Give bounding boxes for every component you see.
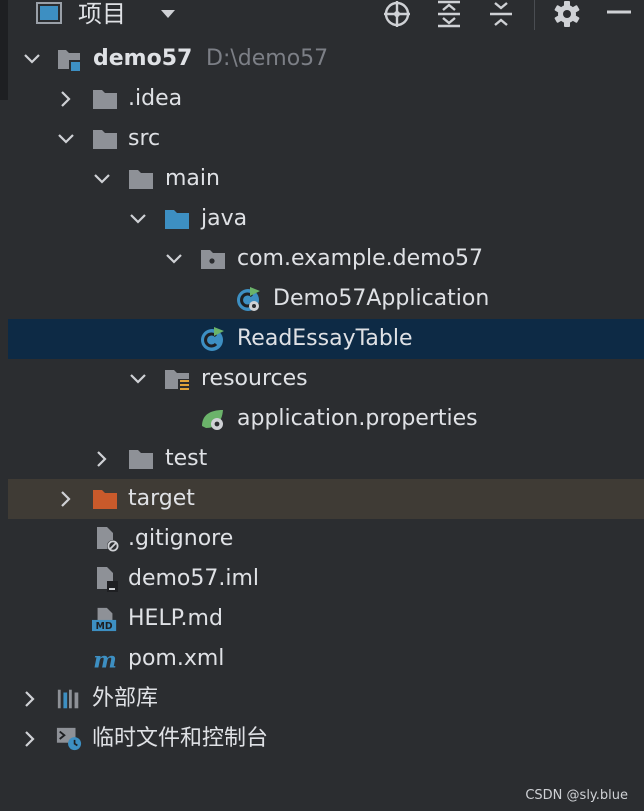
chevron-right-icon[interactable]	[56, 489, 76, 509]
node-label: 外部库	[92, 686, 159, 711]
scratches-icon	[56, 727, 82, 751]
left-edge-notch	[0, 0, 8, 100]
dropdown-icon[interactable]	[158, 6, 178, 22]
expand-all-icon[interactable]	[435, 0, 463, 28]
tree-row-help[interactable]: MD HELP.md	[8, 599, 644, 639]
tree-row-package[interactable]: com.example.demo57	[8, 239, 644, 279]
java-class-icon	[201, 327, 224, 351]
collapse-all-icon[interactable]	[487, 0, 515, 28]
file-label: application.properties	[237, 406, 478, 431]
tree-row-test[interactable]: test	[8, 439, 644, 479]
maven-icon: m	[93, 647, 117, 672]
tool-window-header: 项目	[8, 0, 644, 32]
spring-properties-icon	[202, 410, 223, 430]
chevron-down-icon[interactable]	[92, 169, 112, 189]
folder-label: src	[128, 126, 161, 151]
tree-row-iml[interactable]: demo57.iml	[8, 559, 644, 599]
library-icon	[57, 689, 79, 709]
svg-text:MD: MD	[96, 621, 113, 632]
chevron-right-icon[interactable]	[20, 689, 40, 709]
tree-row-scratches[interactable]: 临时文件和控制台	[8, 719, 644, 759]
tree-row-pom[interactable]: m pom.xml	[8, 639, 644, 679]
spring-boot-class-icon	[237, 287, 260, 311]
file-label: .gitignore	[128, 526, 234, 551]
tree-row-idea[interactable]: .idea	[8, 79, 644, 119]
gear-icon[interactable]	[553, 0, 581, 28]
folder-label: .idea	[128, 86, 183, 111]
folder-label: main	[165, 166, 220, 191]
markdown-file-icon: MD	[92, 607, 117, 632]
tree-row-target[interactable]: target	[8, 479, 644, 519]
toolbar-separator	[534, 0, 535, 30]
file-label: demo57.iml	[128, 566, 260, 591]
project-path: D:\demo57	[206, 46, 329, 71]
project-name: demo57	[93, 46, 193, 71]
package-label: com.example.demo57	[237, 246, 484, 271]
tree-row-src[interactable]: src	[8, 119, 644, 159]
tree-row-project[interactable]: demo57 D:\demo57	[8, 39, 644, 79]
chevron-down-icon[interactable]	[128, 369, 148, 389]
chevron-right-icon[interactable]	[20, 729, 40, 749]
module-folder-icon	[58, 50, 80, 71]
module-file-icon	[97, 567, 118, 592]
tree-row-selected-class[interactable]: ReadEssayTable	[8, 319, 644, 359]
excluded-folder-icon	[93, 490, 117, 509]
folder-icon	[129, 170, 153, 189]
folder-label: target	[128, 486, 195, 511]
tree-row-java[interactable]: java	[8, 199, 644, 239]
resources-folder-icon	[165, 370, 189, 391]
svg-text:m: m	[93, 647, 117, 672]
chevron-down-icon[interactable]	[164, 249, 184, 269]
tree-row-gitignore[interactable]: .gitignore	[8, 519, 644, 559]
folder-label: java	[201, 206, 248, 231]
class-label: ReadEssayTable	[237, 326, 413, 351]
tool-window-title[interactable]: 项目	[78, 0, 126, 28]
folder-label: resources	[201, 366, 308, 391]
tree-row-app-class[interactable]: Demo57Application	[8, 279, 644, 319]
locate-icon[interactable]	[383, 0, 411, 28]
chevron-right-icon[interactable]	[56, 89, 76, 109]
tree-row-resources[interactable]: resources	[8, 359, 644, 399]
ignore-file-icon	[97, 527, 119, 552]
chevron-down-icon[interactable]	[56, 129, 76, 149]
class-label: Demo57Application	[273, 286, 490, 311]
package-icon	[201, 250, 225, 269]
left-edge	[0, 0, 8, 811]
minimize-icon[interactable]	[605, 0, 633, 28]
folder-icon	[129, 450, 153, 469]
folder-label: test	[165, 446, 208, 471]
tree-row-properties[interactable]: application.properties	[8, 399, 644, 439]
file-label: pom.xml	[128, 646, 225, 671]
project-view-icon[interactable]	[36, 2, 62, 24]
tree-row-main[interactable]: main	[8, 159, 644, 199]
chevron-down-icon[interactable]	[128, 209, 148, 229]
folder-icon	[93, 130, 117, 149]
chevron-down-icon[interactable]	[22, 49, 42, 69]
node-label: 临时文件和控制台	[92, 726, 269, 751]
tree-row-external-libraries[interactable]: 外部库	[8, 679, 644, 719]
file-label: HELP.md	[128, 606, 223, 631]
folder-icon	[93, 90, 117, 109]
source-folder-icon	[165, 210, 189, 229]
chevron-right-icon[interactable]	[92, 449, 112, 469]
watermark: CSDN @sly.blue	[525, 788, 628, 803]
